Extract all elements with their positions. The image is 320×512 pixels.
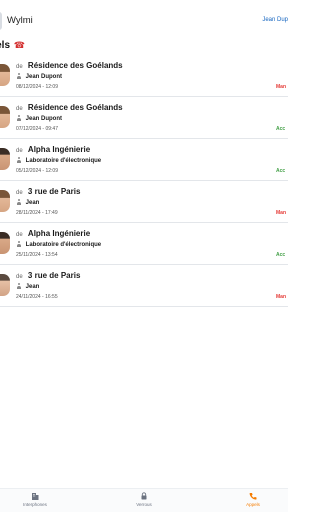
- call-status: Acc: [276, 126, 286, 132]
- call-origin: de Résidence des Goélands: [16, 103, 123, 112]
- page-title-label: pels: [0, 40, 11, 51]
- person-icon: [16, 73, 21, 79]
- call-origin: de Alpha Ingénierie: [16, 229, 90, 238]
- from-label: de: [16, 274, 23, 280]
- avatar: [0, 64, 10, 86]
- person-icon: [16, 199, 21, 205]
- from-label: de: [16, 232, 23, 238]
- call-person-name: Laboratoire d'électronique: [25, 242, 102, 248]
- call-datetime: 24/11/2024 - 16:55: [16, 294, 58, 300]
- avatar: [0, 232, 10, 254]
- call-status: Acc: [276, 168, 286, 174]
- call-origin: de 3 rue de Paris: [16, 187, 80, 196]
- call-person: Jean: [16, 283, 39, 290]
- call-datetime: 25/11/2024 - 13:54: [16, 252, 58, 258]
- avatar: [0, 148, 10, 170]
- call-list-item[interactable]: de Résidence des Goélands Jean Dupont 08…: [0, 55, 288, 97]
- nav-item-label: Verrous: [136, 502, 152, 507]
- phone-icon: [249, 493, 257, 500]
- call-place: Alpha Ingénierie: [27, 229, 91, 238]
- call-origin: de Alpha Ingénierie: [16, 145, 90, 154]
- call-status: Man: [276, 84, 286, 90]
- call-list-item[interactable]: de 3 rue de Paris Jean 24/11/2024 - 16:5…: [0, 265, 288, 307]
- call-place: Résidence des Goélands: [27, 61, 123, 70]
- app-logo: [0, 12, 2, 30]
- avatar: [0, 190, 10, 212]
- person-icon: [16, 115, 21, 121]
- call-list-item[interactable]: de Alpha Ingénierie Laboratoire d'électr…: [0, 223, 288, 265]
- call-datetime: 08/12/2024 - 12:09: [16, 84, 58, 90]
- user-menu-button[interactable]: Jean Dup: [262, 17, 288, 23]
- lock-icon: [141, 492, 147, 500]
- nav-item-interphones[interactable]: Interphones: [5, 492, 65, 507]
- call-place: 3 rue de Paris: [27, 271, 81, 280]
- call-datetime: 05/12/2024 - 12:09: [16, 168, 58, 174]
- call-place: 3 rue de Paris: [27, 187, 81, 196]
- app-bar: Wylmi Jean Dup: [0, 0, 288, 42]
- call-list-item[interactable]: de Alpha Ingénierie Laboratoire d'électr…: [0, 139, 288, 181]
- call-person: Laboratoire d'électronique: [16, 241, 101, 248]
- call-person: Jean: [16, 199, 39, 206]
- page-title: pels ☎: [0, 40, 25, 51]
- call-status: Man: [276, 294, 286, 300]
- person-icon: [16, 283, 21, 289]
- call-list: de Résidence des Goélands Jean Dupont 08…: [0, 55, 288, 307]
- call-status: Acc: [276, 252, 286, 258]
- call-status: Man: [276, 210, 286, 216]
- person-icon: [16, 241, 21, 247]
- call-person-name: Jean: [25, 200, 40, 206]
- call-person: Laboratoire d'électronique: [16, 157, 101, 164]
- call-place: Alpha Ingénierie: [27, 145, 91, 154]
- nav-item-verrous[interactable]: Verrous: [114, 492, 174, 507]
- call-person-name: Jean Dupont: [25, 74, 63, 80]
- avatar: [0, 106, 10, 128]
- bottom-navigation: Interphones Verrous Appels: [0, 488, 288, 512]
- call-person-name: Laboratoire d'électronique: [25, 158, 102, 164]
- call-person: Jean Dupont: [16, 115, 62, 122]
- call-list-item[interactable]: de Résidence des Goélands Jean Dupont 07…: [0, 97, 288, 139]
- from-label: de: [16, 148, 23, 154]
- nav-item-label: Appels: [246, 502, 260, 507]
- call-person-name: Jean Dupont: [25, 116, 63, 122]
- avatar: [0, 274, 10, 296]
- call-list-item[interactable]: de 3 rue de Paris Jean 28/11/2024 - 17:4…: [0, 181, 288, 223]
- call-datetime: 07/12/2024 - 09:47: [16, 126, 58, 132]
- call-datetime: 28/11/2024 - 17:49: [16, 210, 58, 216]
- call-place: Résidence des Goélands: [27, 103, 123, 112]
- call-origin: de 3 rue de Paris: [16, 271, 80, 280]
- phone-emoji-icon: ☎: [13, 40, 26, 50]
- from-label: de: [16, 106, 23, 112]
- call-origin: de Résidence des Goélands: [16, 61, 123, 70]
- from-label: de: [16, 190, 23, 196]
- from-label: de: [16, 64, 23, 70]
- app-title: Wylmi: [7, 15, 33, 26]
- call-person: Jean Dupont: [16, 73, 62, 80]
- building-icon: [32, 493, 39, 500]
- person-icon: [16, 157, 21, 163]
- nav-item-label: Interphones: [23, 502, 47, 507]
- nav-item-appels[interactable]: Appels: [223, 492, 283, 507]
- call-person-name: Jean: [25, 284, 40, 290]
